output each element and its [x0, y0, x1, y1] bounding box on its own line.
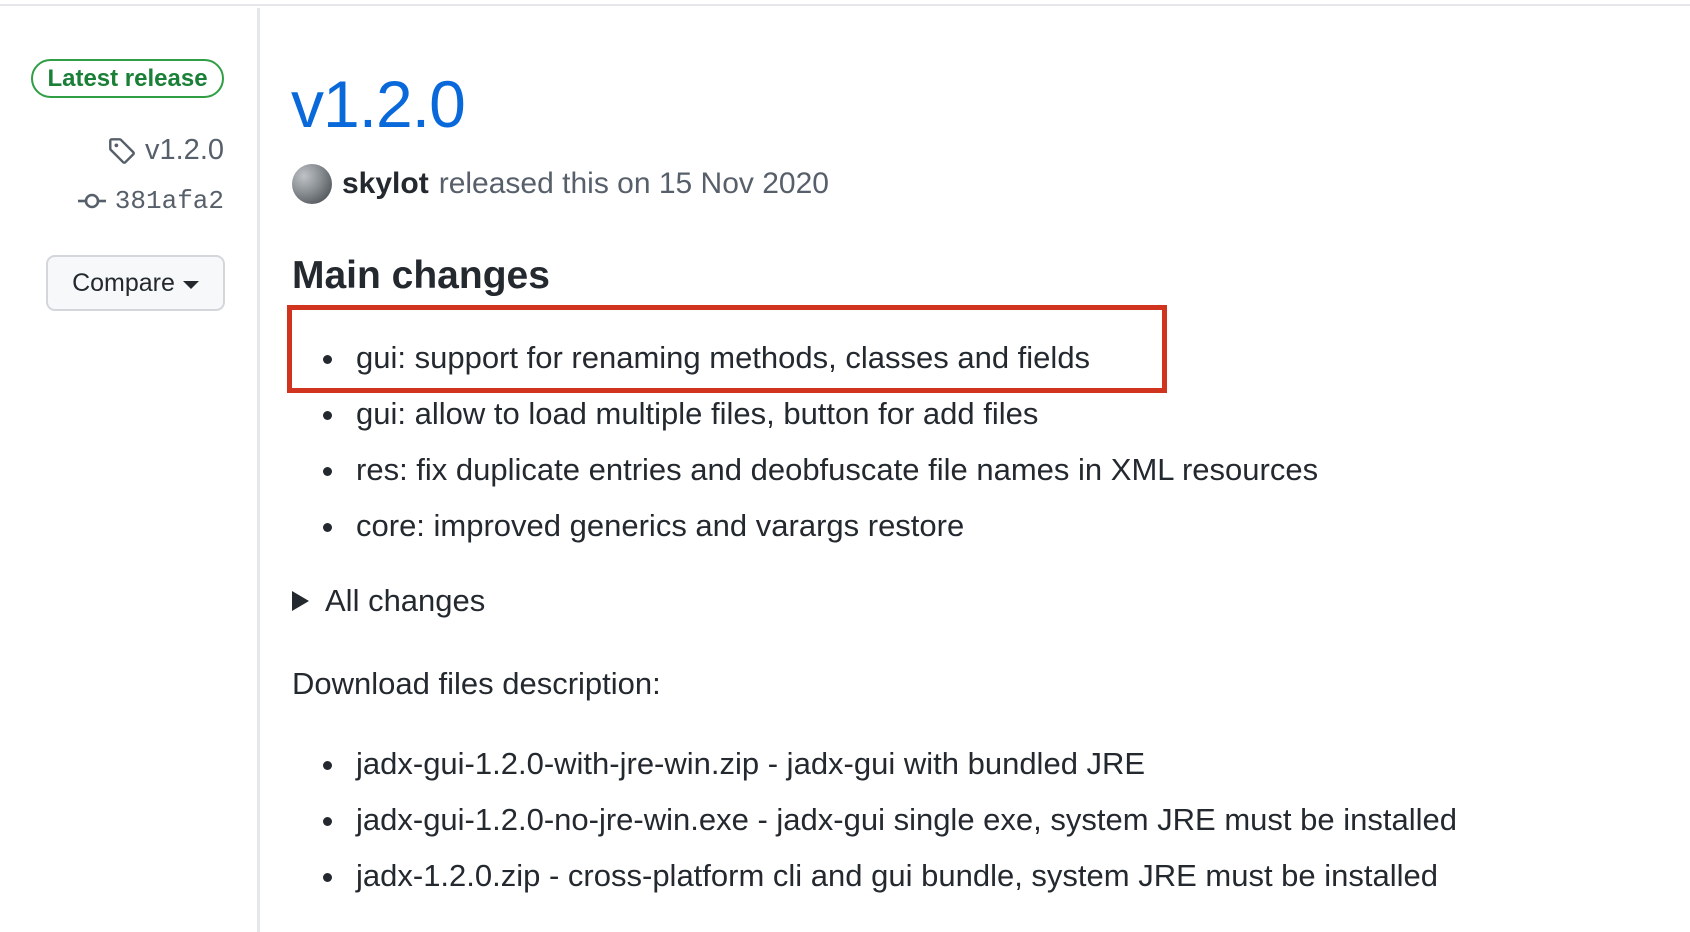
list-item: gui: allow to load multiple files, butto… [292, 386, 1318, 442]
latest-release-badge: Latest release [31, 59, 224, 98]
release-title-link[interactable]: v1.2.0 [291, 66, 466, 142]
tag-link[interactable]: v1.2.0 [107, 134, 224, 167]
compare-button[interactable]: Compare [46, 255, 225, 311]
commit-link[interactable]: 381afa2 [77, 186, 224, 216]
avatar[interactable] [292, 164, 332, 204]
commit-hash: 381afa2 [114, 186, 224, 216]
compare-button-label: Compare [72, 268, 175, 297]
caret-down-icon [182, 280, 199, 289]
triangle-right-icon [292, 591, 309, 611]
list-item: res: fix duplicate entries and deobfusca… [292, 442, 1318, 498]
list-item: jadx-1.2.0.zip - cross-platform cli and … [292, 848, 1457, 904]
main-changes-list: gui: support for renaming methods, class… [292, 330, 1318, 554]
download-files-list: jadx-gui-1.2.0-with-jre-win.zip - jadx-g… [292, 736, 1457, 904]
sidebar-divider [257, 8, 260, 932]
author-link[interactable]: skylot [342, 167, 429, 201]
download-description-heading: Download files description: [292, 666, 661, 701]
all-changes-label: All changes [325, 583, 486, 618]
release-date-text: released this on 15 Nov 2020 [438, 167, 829, 200]
release-meta: skylot released this on 15 Nov 2020 [292, 164, 829, 204]
main-changes-heading: Main changes [292, 254, 550, 297]
list-item: jadx-gui-1.2.0-no-jre-win.exe - jadx-gui… [292, 792, 1457, 848]
all-changes-toggle[interactable]: All changes [292, 583, 485, 619]
git-commit-icon [77, 191, 107, 211]
list-item: core: improved generics and varargs rest… [292, 498, 1318, 554]
list-item: gui: support for renaming methods, class… [292, 330, 1318, 386]
tag-label: v1.2.0 [145, 134, 224, 166]
release-sidebar: Latest release v1.2.0 381afa2 Compare [0, 0, 257, 932]
list-item: jadx-gui-1.2.0-with-jre-win.zip - jadx-g… [292, 736, 1457, 792]
tag-icon [107, 136, 137, 166]
